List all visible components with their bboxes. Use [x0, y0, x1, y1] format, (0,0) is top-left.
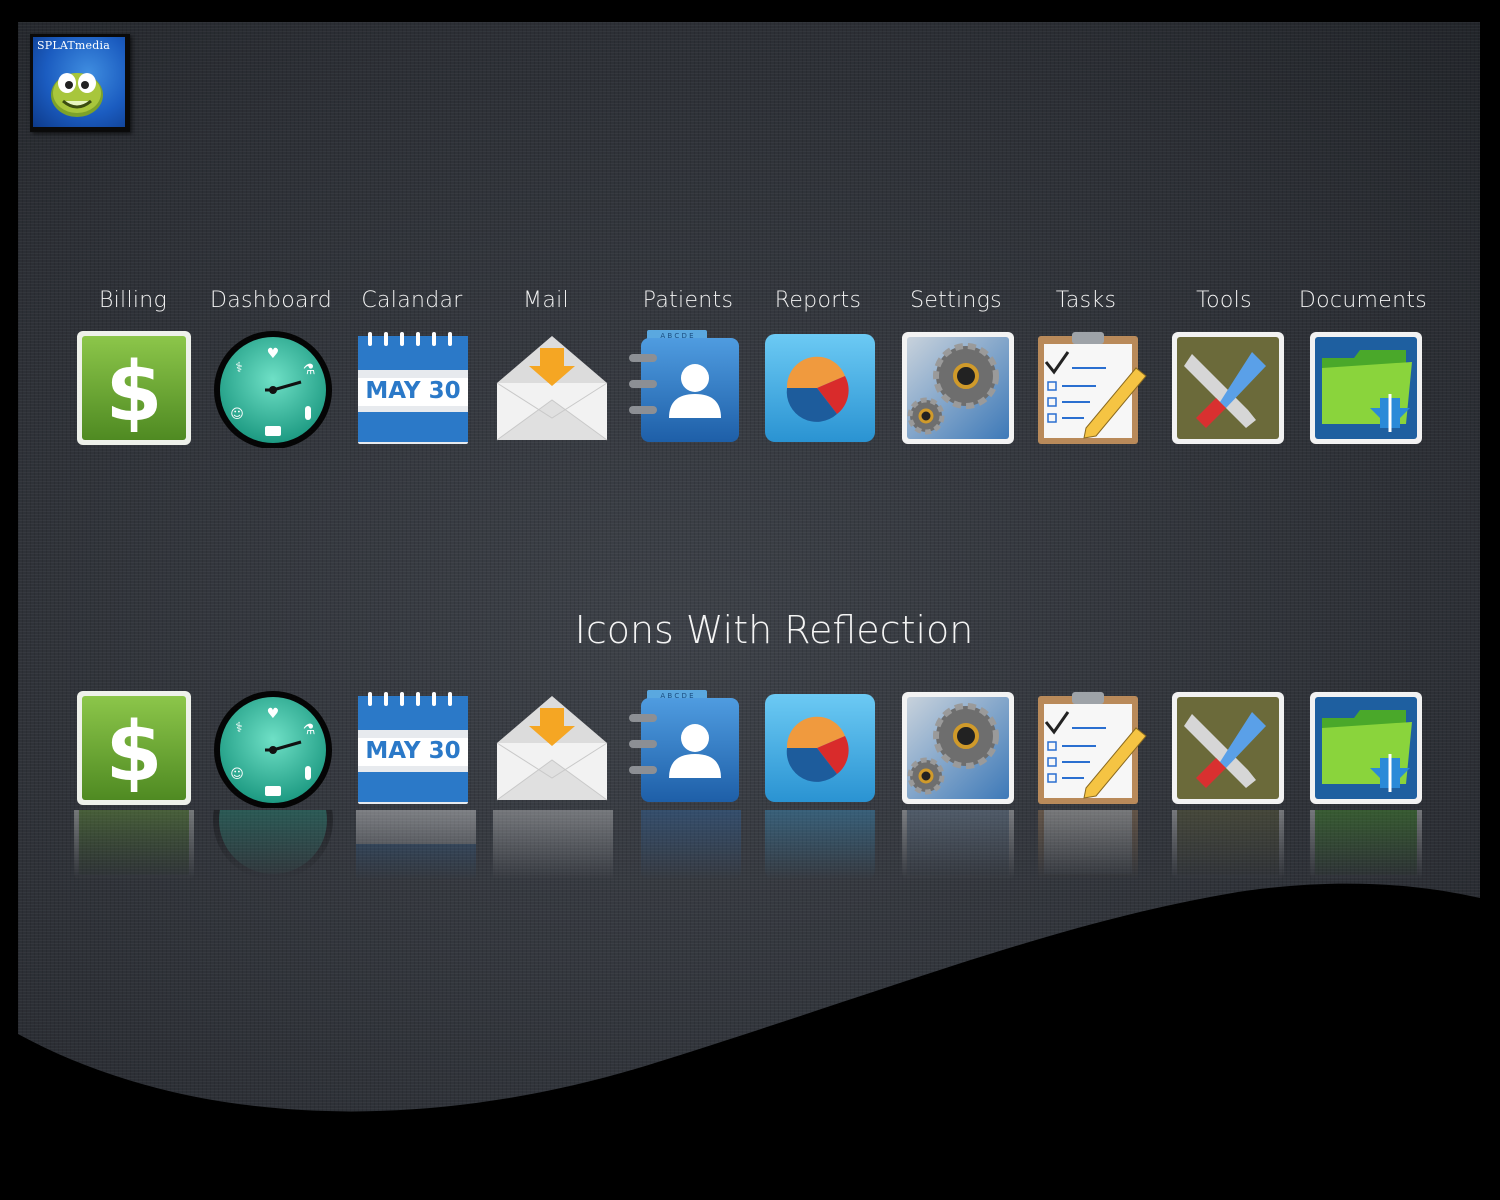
svg-text:⚕: ⚕	[235, 360, 243, 376]
documents-app-icon[interactable]	[1308, 328, 1428, 448]
label-reports: Reports	[774, 288, 862, 313]
billing-app-icon[interactable]: $	[74, 328, 194, 448]
calendar-icon-reflection	[356, 810, 476, 880]
tasks-icon-reflection	[1038, 810, 1138, 880]
patients-app-icon-reflected[interactable]: A B C D E	[627, 688, 747, 808]
address-book-icon: A B C D E	[629, 330, 739, 442]
reports-icon-reflection	[765, 810, 875, 880]
svg-text:♥: ♥	[267, 706, 280, 722]
mail-icon-reflection	[493, 810, 613, 880]
dollar-icon: $	[77, 331, 191, 445]
calendar-icon: MAY 30	[358, 332, 468, 444]
tasks-app-icon[interactable]	[1036, 328, 1156, 448]
clipboard-checklist-icon	[1038, 332, 1147, 444]
settings-app-icon-reflected[interactable]	[900, 688, 1020, 808]
documents-app-icon-reflected[interactable]	[1308, 688, 1428, 808]
label-dashboard: Dashboard	[209, 288, 333, 313]
calendar-icon: MAY 30	[358, 692, 468, 804]
patients-icon-reflection	[641, 810, 741, 880]
tools-app-icon-reflected[interactable]	[1170, 688, 1290, 808]
mail-app-icon[interactable]	[493, 328, 613, 448]
logo-brand-text: SPLATmedia	[37, 39, 110, 52]
calendar-app-icon[interactable]: MAY 30	[356, 328, 476, 448]
svg-text:MAY 30: MAY 30	[365, 738, 460, 764]
tasks-app-icon-reflected[interactable]	[1036, 688, 1156, 808]
black-wave-shape	[18, 883, 1480, 1142]
svg-text:☺: ☺	[230, 407, 244, 422]
label-billing: Billing	[98, 288, 168, 313]
medical-clock-icon: ♥ ⚕ ⚗ ☺	[214, 331, 332, 448]
gears-icon	[902, 692, 1014, 804]
tools-app-icon[interactable]	[1170, 328, 1290, 448]
svg-text:♥: ♥	[267, 346, 280, 362]
svg-text:☺: ☺	[230, 767, 244, 782]
dashboard-app-icon-reflected[interactable]: ♥ ⚕ ⚗ ☺	[213, 688, 333, 808]
settings-icon-reflection	[902, 810, 1014, 880]
medical-folder-icon	[1310, 332, 1422, 444]
documents-icon-reflection	[1310, 810, 1422, 880]
medical-clock-icon: ♥ ⚕ ⚗ ☺	[214, 691, 332, 808]
medical-folder-icon	[1310, 692, 1422, 804]
svg-text:MAY 30: MAY 30	[365, 378, 460, 404]
billing-app-icon-reflected[interactable]: $	[74, 688, 194, 808]
label-calendar: Calandar	[361, 288, 463, 313]
svg-text:$: $	[105, 705, 162, 800]
reports-app-icon-reflected[interactable]	[763, 688, 883, 808]
splatmedia-logo: SPLATmedia	[30, 34, 130, 132]
dollar-icon: $	[77, 691, 191, 805]
mail-icon	[496, 696, 608, 801]
label-settings: Settings	[910, 288, 1002, 313]
patients-app-icon[interactable]: A B C D E	[627, 328, 747, 448]
mail-app-icon-reflected[interactable]	[493, 688, 613, 808]
dashboard-app-icon[interactable]: ♥ ⚕ ⚗ ☺	[213, 328, 333, 448]
svg-text:⚗: ⚗	[303, 362, 316, 378]
dashboard-icon-reflection	[213, 810, 333, 880]
settings-app-icon[interactable]	[900, 328, 1020, 448]
pie-chart-icon	[765, 334, 875, 442]
label-tools: Tools	[1196, 288, 1252, 313]
address-book-icon: A B C D E	[629, 690, 739, 802]
tools-icon-reflection	[1172, 810, 1284, 880]
wrench-screwdriver-icon	[1172, 692, 1284, 804]
billing-icon-reflection	[74, 810, 194, 880]
svg-text:$: $	[105, 345, 162, 440]
reports-app-icon[interactable]	[763, 328, 883, 448]
icon-showcase-panel: SPLATmedia Billing Dashboard Calandar Ma…	[18, 22, 1480, 1142]
label-documents: Documents	[1298, 288, 1428, 313]
label-patients: Patients	[642, 288, 734, 313]
clipboard-checklist-icon	[1038, 692, 1147, 804]
calendar-app-icon-reflected[interactable]: MAY 30	[356, 688, 476, 808]
wrench-screwdriver-icon	[1172, 332, 1284, 444]
label-mail: Mail	[523, 288, 569, 313]
pie-chart-icon	[765, 694, 875, 802]
svg-text:⚗: ⚗	[303, 722, 316, 738]
label-tasks: Tasks	[1055, 288, 1117, 313]
svg-text:⚕: ⚕	[235, 720, 243, 736]
mail-icon	[496, 336, 608, 441]
gears-icon	[902, 332, 1014, 444]
section-heading: Icons With Reflection	[574, 608, 974, 652]
